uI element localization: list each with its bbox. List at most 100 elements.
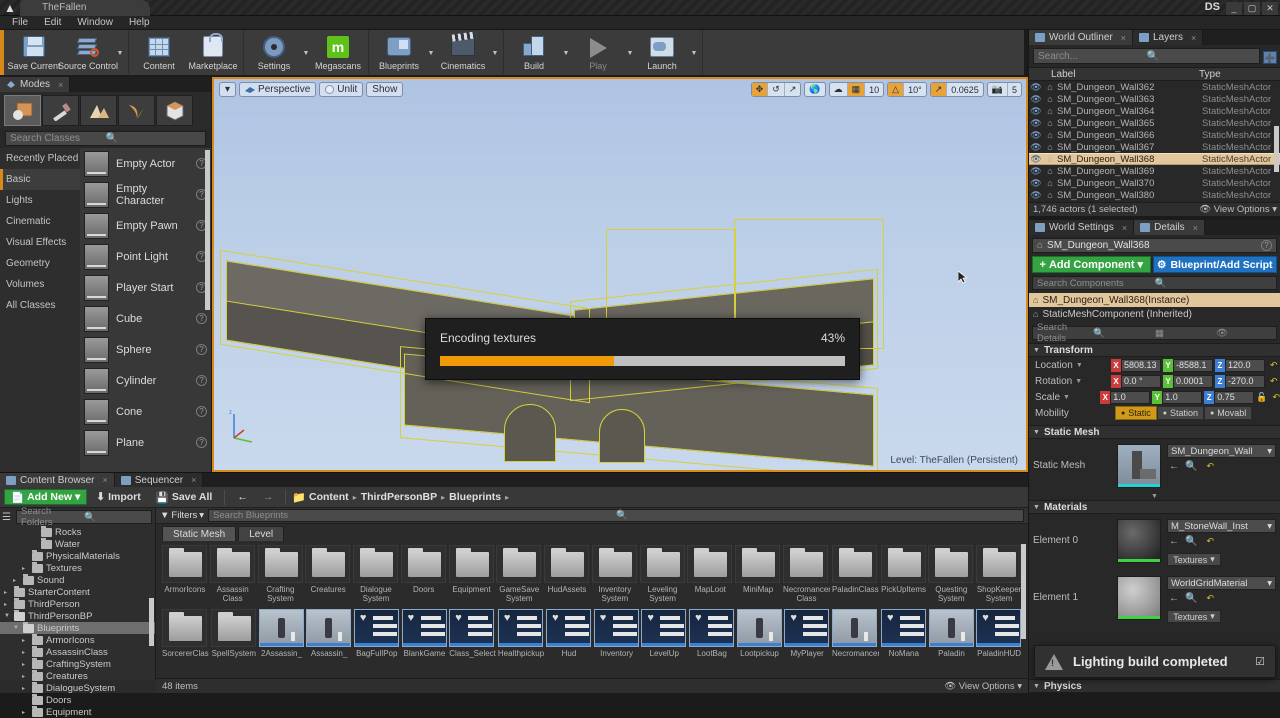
expand-icon[interactable]: ▸ (22, 685, 29, 692)
tab-world-outliner[interactable]: World Outliner × (1029, 30, 1133, 45)
expand-icon[interactable]: ▸ (22, 673, 29, 680)
project-tab[interactable]: TheFallen (20, 0, 150, 16)
table-row[interactable]: 👁 ⌂ SM_Dungeon_Wall366 StaticMeshActor (1029, 129, 1280, 141)
column-label[interactable]: Label (1029, 69, 1199, 80)
grid-snap-icon[interactable]: ▦ (847, 83, 866, 96)
chevron-down-icon[interactable]: ▼ (1075, 378, 1082, 385)
asset-thumbnail[interactable] (928, 609, 974, 647)
asset-thumbnail[interactable] (400, 545, 446, 583)
asset-thumbnail[interactable] (496, 545, 542, 583)
table-row[interactable]: 👁 ⌂ SM_Dungeon_Wall367 StaticMeshActor (1029, 141, 1280, 153)
source-control-button[interactable]: Source Control (58, 32, 118, 74)
tab-world-settings[interactable]: World Settings × (1029, 220, 1135, 235)
browse-icon[interactable]: 🔍 (1185, 461, 1197, 472)
asset-thumbnail[interactable]: ♥ (546, 609, 592, 647)
browse-icon[interactable]: 🔍 (1185, 593, 1197, 604)
save-all-button[interactable]: 💾 Save All (150, 489, 219, 505)
menu-item-window[interactable]: Window (69, 16, 121, 30)
chevron-down-icon[interactable]: ▼ (561, 32, 571, 74)
rotation-snap-value[interactable]: 10° (904, 83, 926, 96)
geometry-editing-icon[interactable] (156, 95, 193, 126)
asset-thumbnail[interactable] (305, 545, 351, 583)
asset-thumbnail[interactable] (782, 545, 828, 583)
material-thumbnail[interactable] (1117, 576, 1161, 620)
camera-speed-value[interactable]: 5 (1008, 83, 1021, 96)
axis-x-input[interactable]: 5808.13 (1121, 358, 1161, 372)
chevron-down-icon[interactable]: ▼ (301, 32, 311, 74)
table-row[interactable]: 👁 ⌂ SM_Dungeon_Wall365 StaticMeshActor (1029, 117, 1280, 129)
asset-thumbnail[interactable] (880, 545, 926, 583)
static-mesh-select[interactable]: SM_Dungeon_Wall ▾ (1167, 444, 1276, 458)
scale-snap-icon[interactable]: ↗ (930, 83, 948, 96)
asset-thumbnail[interactable]: ♥ (880, 609, 926, 647)
tree-node[interactable]: ▸ StarterContent (0, 585, 155, 598)
asset-thumbnail[interactable]: ♥ (593, 609, 639, 647)
chevron-down-icon[interactable]: ▼ (689, 32, 699, 74)
asset-cell[interactable]: Paladin (928, 609, 975, 673)
details-search-input[interactable]: Search Details 🔍 ▦ 👁 (1032, 322, 1277, 344)
scale-snap-value[interactable]: 0.0625 (947, 83, 983, 96)
asset-thumbnail[interactable]: ♥ (497, 609, 543, 647)
asset-grid-scrollbar[interactable] (1021, 544, 1026, 639)
asset-thumbnail[interactable] (306, 609, 352, 647)
rotation-snap-icon[interactable]: △ (888, 83, 905, 96)
lock-ratio-icon[interactable]: 🔓 (1256, 392, 1267, 403)
launch-button[interactable]: Launch (635, 32, 689, 74)
visibility-eye-icon[interactable]: 👁 (1029, 166, 1043, 177)
asset-thumbnail[interactable] (735, 545, 781, 583)
menu-item-edit[interactable]: Edit (36, 16, 69, 30)
expand-icon[interactable]: ▼ (4, 613, 11, 619)
cinematics-button[interactable]: Cinematics (436, 32, 490, 74)
tree-node[interactable]: ▸ Sound (0, 573, 155, 586)
help-icon[interactable]: ? (1261, 240, 1272, 251)
chevron-down-icon[interactable]: ▼ (625, 32, 635, 74)
asset-cell[interactable]: ♥ Class_Select (449, 609, 496, 673)
asset-thumbnail[interactable] (162, 545, 207, 583)
build-button[interactable]: Build (507, 32, 561, 74)
mode-item-cube[interactable]: Cube? (80, 303, 211, 334)
mode-item-empty-character[interactable]: Empty Character? (80, 179, 211, 210)
landscape-mode-icon[interactable] (80, 95, 117, 126)
asset-cell[interactable]: SpellSystem (211, 609, 257, 673)
mode-item-cylinder[interactable]: Cylinder? (80, 365, 211, 396)
visibility-eye-icon[interactable]: 👁 (1029, 178, 1043, 189)
close-icon[interactable]: × (1122, 223, 1127, 233)
table-row[interactable]: 👁 ⌂ SM_Dungeon_Wall362 StaticMeshActor (1029, 81, 1280, 93)
level-viewport[interactable]: z ▾ Perspective Unlit Show ✥ ↺ ↗ 🌎 ☁ ▦ 1… (212, 77, 1028, 472)
table-row[interactable]: 👁 ⌂ SM_Dungeon_Wall363 StaticMeshActor (1029, 93, 1280, 105)
tab-layers[interactable]: Layers × (1133, 30, 1204, 45)
asset-cell[interactable]: ♥ PaladinHUD (976, 609, 1022, 673)
asset-cell[interactable]: Assassin Class (209, 545, 256, 609)
expand-icon[interactable]: ▸ (4, 601, 11, 608)
component-row[interactable]: ⌂ SM_Dungeon_Wall368(Instance) (1029, 293, 1280, 307)
eye-icon[interactable]: 👁 (1216, 328, 1272, 339)
dismiss-notification-button[interactable]: ☑ (1255, 655, 1265, 668)
tab-details[interactable]: Details × (1134, 220, 1205, 235)
chevron-down-icon[interactable]: ▼ (115, 32, 125, 74)
mobility-movabl[interactable]: ● Movabl (1204, 406, 1253, 420)
axis-y-input[interactable]: -8588.1 (1173, 358, 1213, 372)
tab-content-browser[interactable]: Content Browser × (0, 473, 115, 487)
transform-section-header[interactable]: ▼ Transform (1029, 343, 1280, 357)
asset-cell[interactable]: HudAssets (544, 545, 590, 609)
static-mesh-thumbnail[interactable] (1117, 444, 1161, 488)
menu-item-file[interactable]: File (4, 16, 36, 30)
asset-thumbnail[interactable]: ♥ (353, 609, 399, 647)
asset-cell[interactable]: ♥ Inventory (593, 609, 640, 673)
asset-cell[interactable]: ♥ MyPlayer (784, 609, 830, 673)
material-select[interactable]: M_StoneWall_Inst ▾ (1167, 519, 1276, 533)
asset-cell[interactable]: SorcererClass (162, 609, 209, 673)
column-type[interactable]: Type (1199, 69, 1280, 80)
reset-icon[interactable]: ↶ (1270, 360, 1278, 371)
asset-cell[interactable]: Equipment (448, 545, 495, 609)
expand-icon[interactable]: ▸ (13, 577, 20, 584)
asset-thumbnail[interactable] (353, 545, 399, 583)
save-current-button[interactable]: Save Current (7, 32, 61, 74)
asset-cell[interactable]: Assassin_ (306, 609, 352, 673)
help-icon[interactable]: ? (196, 344, 207, 355)
tree-node[interactable]: ▼ ThirdPersonBP (0, 609, 155, 622)
axis-z-input[interactable]: 120.0 (1225, 358, 1265, 372)
material-select[interactable]: WorldGridMaterial ▾ (1167, 576, 1276, 590)
tab-sequencer[interactable]: Sequencer × (114, 473, 204, 487)
browse-back-icon[interactable]: ← (1169, 536, 1179, 547)
